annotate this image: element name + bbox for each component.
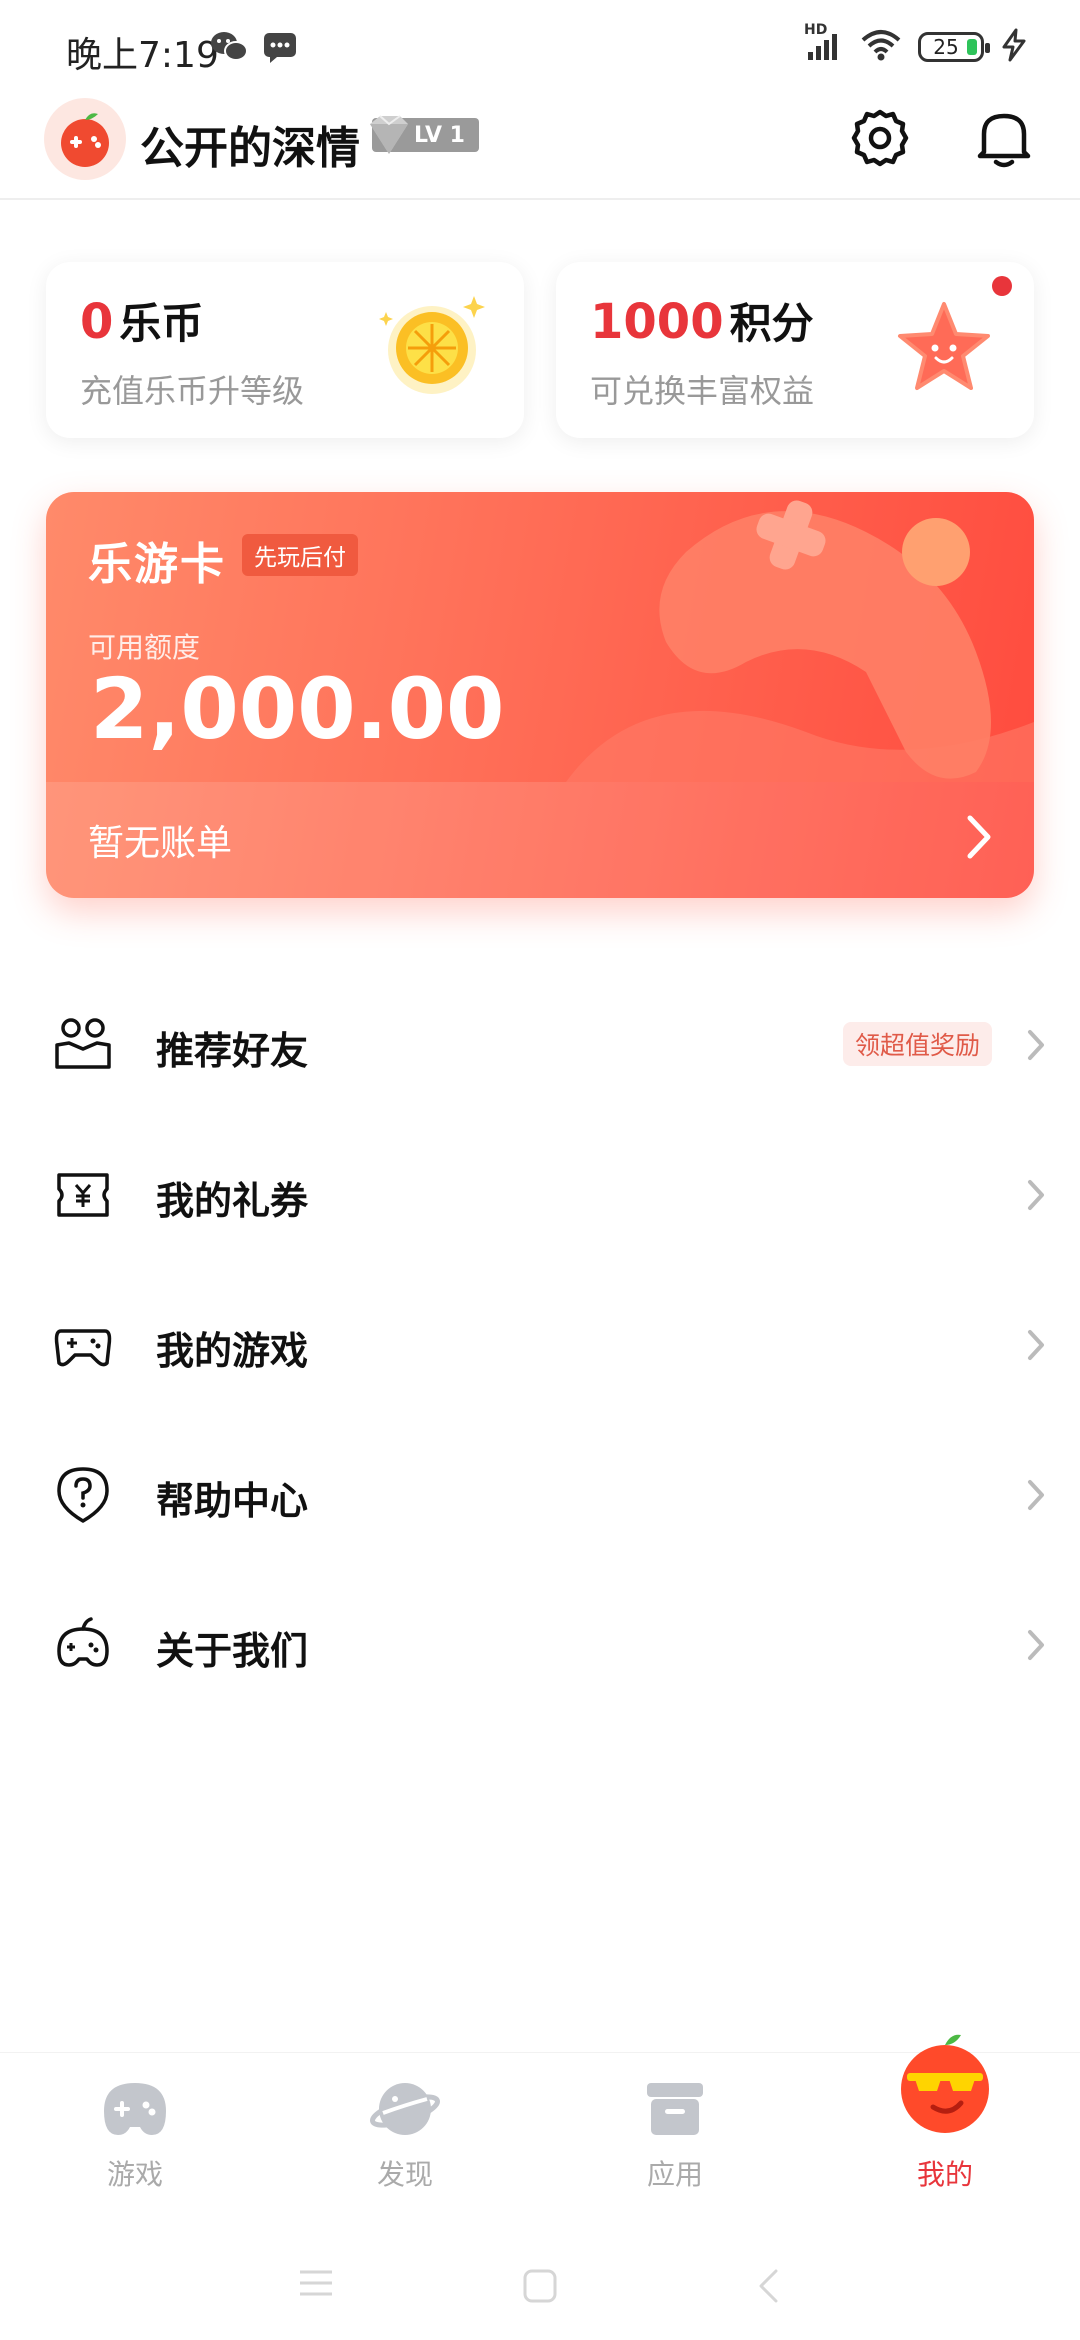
bill-row[interactable]: 暂无账单 xyxy=(46,782,1034,898)
points-subtitle: 可兑换丰富权益 xyxy=(590,372,815,410)
friends-icon xyxy=(50,1012,116,1078)
notification-button[interactable] xyxy=(968,104,1040,176)
menu-label: 关于我们 xyxy=(156,1629,309,1673)
points-value: 1000 xyxy=(590,294,724,350)
menu-item-about-us[interactable]: 关于我们 xyxy=(0,1570,1080,1720)
menu-item-my-games[interactable]: 我的游戏 xyxy=(0,1270,1080,1420)
new-dot xyxy=(992,276,1012,296)
level-text: LV 1 xyxy=(414,122,465,148)
menu-list: 推荐好友 领超值奖励 我的礼券 我的游戏 帮助中心 关于我们 xyxy=(0,970,1080,1720)
play-card-title: 乐游卡 xyxy=(88,539,226,590)
play-card-tag: 先玩后付 xyxy=(242,534,358,576)
coins-value: 0 xyxy=(80,294,114,350)
nav-tab-games[interactable]: 游戏 xyxy=(0,2053,270,2229)
wifi-icon xyxy=(860,28,902,66)
points-card[interactable]: 1000 积分 可兑换丰富权益 xyxy=(556,262,1034,438)
menu-label: 我的礼券 xyxy=(156,1179,309,1223)
coins-card[interactable]: 0 乐币 充值乐币升等级 xyxy=(46,262,524,438)
menu-item-my-coupons[interactable]: 我的礼券 xyxy=(0,1120,1080,1270)
menu-icon[interactable] xyxy=(298,2268,334,2302)
bill-status: 暂无账单 xyxy=(88,823,233,864)
about-icon xyxy=(50,1612,116,1678)
planet-icon xyxy=(369,2077,441,2145)
help-icon xyxy=(50,1462,116,1528)
mascot-icon xyxy=(893,2031,997,2139)
bottom-nav: 游戏 发现 应用 我的 xyxy=(0,2034,1080,2229)
system-nav-bar xyxy=(0,2228,1080,2340)
chevron-right-icon xyxy=(1026,1478,1046,1516)
menu-label: 推荐好友 xyxy=(156,1029,309,1073)
nav-label: 应用 xyxy=(646,2158,703,2191)
coins-subtitle: 充值乐币升等级 xyxy=(80,372,305,410)
level-badge: LV 1 xyxy=(370,115,479,154)
chevron-right-icon xyxy=(1026,1178,1046,1216)
star-icon xyxy=(894,298,994,402)
box-icon xyxy=(643,2077,707,2145)
gear-icon xyxy=(848,106,912,174)
status-bar: 晚上7:19 HD 25 xyxy=(0,0,1080,96)
message-icon xyxy=(262,30,298,68)
network-type: HD xyxy=(804,22,828,38)
username[interactable]: 公开的深情 xyxy=(140,112,360,176)
settings-button[interactable] xyxy=(844,104,916,176)
points-value-line: 1000 积分 xyxy=(590,290,814,351)
charging-icon xyxy=(1000,28,1028,66)
signal-icon: HD xyxy=(804,22,844,66)
nav-label: 游戏 xyxy=(106,2158,163,2191)
menu-label: 我的游戏 xyxy=(156,1329,309,1373)
status-right: HD 25 xyxy=(804,22,1028,66)
nav-label: 发现 xyxy=(376,2158,433,2191)
status-time: 晚上7:19 xyxy=(66,35,219,76)
battery-level: 25 xyxy=(933,35,959,59)
profile-header: 公开的深情 LV 1 xyxy=(0,96,1080,200)
bell-icon xyxy=(974,106,1034,174)
reward-tag: 领超值奖励 xyxy=(842,1022,992,1066)
chevron-right-icon xyxy=(962,812,996,866)
nav-tab-mine[interactable]: 我的 xyxy=(810,2034,1080,2229)
menu-item-help-center[interactable]: 帮助中心 xyxy=(0,1420,1080,1570)
nav-tab-apps[interactable]: 应用 xyxy=(540,2053,810,2229)
back-icon[interactable] xyxy=(756,2268,780,2308)
gamepad-icon xyxy=(50,1312,116,1378)
diamond-icon xyxy=(366,114,412,162)
coins-unit: 乐币 xyxy=(119,299,204,348)
chevron-right-icon xyxy=(1026,1028,1046,1066)
chevron-right-icon xyxy=(1026,1328,1046,1366)
menu-label: 帮助中心 xyxy=(156,1479,309,1523)
orange-coin-icon xyxy=(374,292,494,406)
avatar[interactable] xyxy=(44,98,126,180)
available-amount: 2,000.00 xyxy=(90,660,505,758)
game-icon xyxy=(100,2077,170,2145)
play-card[interactable]: 乐游卡 先玩后付 可用额度 2,000.00 暂无账单 xyxy=(46,492,1034,898)
chevron-right-icon xyxy=(1026,1628,1046,1666)
battery-icon: 25 xyxy=(918,32,990,62)
notification-icons xyxy=(210,30,298,68)
nav-tab-discover[interactable]: 发现 xyxy=(270,2053,540,2229)
coins-value-line: 0 乐币 xyxy=(80,290,203,351)
home-icon[interactable] xyxy=(522,2268,558,2308)
nav-label: 我的 xyxy=(916,2158,973,2191)
menu-item-recommend-friends[interactable]: 推荐好友 领超值奖励 xyxy=(0,970,1080,1120)
wechat-icon xyxy=(210,30,248,68)
points-unit: 积分 xyxy=(729,299,814,348)
coupon-icon xyxy=(50,1162,116,1228)
